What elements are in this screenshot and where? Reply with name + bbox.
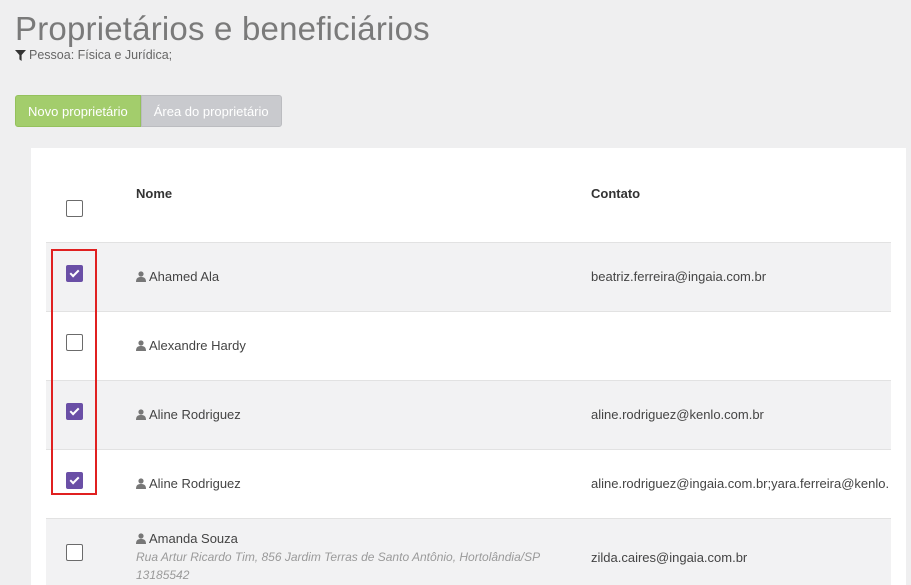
owner-name: Amanda Souza — [136, 531, 238, 546]
user-icon — [136, 409, 146, 420]
filter-text: Pessoa: Física e Jurídica; — [29, 48, 173, 62]
owner-area-button[interactable]: Área do proprietário — [140, 95, 282, 127]
page-title: Proprietários e beneficiários — [15, 10, 430, 47]
owner-name: Aline Rodriguez — [136, 476, 241, 491]
table-row[interactable]: Aline Rodriguez aline.rodriguez@ingaia.c… — [46, 450, 891, 519]
table-row[interactable]: Ahamed Ala beatriz.ferreira@ingaia.com.b… — [46, 243, 891, 312]
user-icon — [136, 533, 146, 544]
column-header-name: Nome — [136, 186, 173, 201]
user-icon — [136, 271, 146, 282]
owner-address: Rua Artur Ricardo Tim, 856 Jardim Terras… — [136, 550, 540, 582]
owner-contact: aline.rodriguez@kenlo.com.br — [591, 407, 764, 422]
user-icon — [136, 478, 146, 489]
active-filter: Pessoa: Física e Jurídica; — [15, 48, 172, 62]
owners-table-card: Nome Contato Ahamed Ala beatriz.ferreira… — [31, 148, 906, 585]
owner-contact: aline.rodriguez@ingaia.com.br;yara.ferre… — [591, 476, 890, 491]
row-checkbox[interactable] — [66, 544, 83, 561]
row-checkbox[interactable] — [66, 403, 83, 420]
user-icon — [136, 340, 146, 351]
page: Proprietários e beneficiários Pessoa: Fí… — [0, 0, 911, 585]
table-header: Nome Contato — [46, 148, 891, 243]
new-owner-button[interactable]: Novo proprietário — [15, 95, 141, 127]
row-checkbox[interactable] — [66, 265, 83, 282]
action-buttons: Novo proprietário Área do proprietário — [15, 95, 282, 127]
row-checkbox[interactable] — [66, 472, 83, 489]
row-checkbox[interactable] — [66, 334, 83, 351]
table-row[interactable]: Amanda Souza Rua Artur Ricardo Tim, 856 … — [46, 519, 891, 585]
table-row[interactable]: Alexandre Hardy — [46, 312, 891, 381]
owner-contact: beatriz.ferreira@ingaia.com.br — [591, 269, 767, 284]
owner-name: Alexandre Hardy — [136, 338, 246, 353]
select-all-checkbox[interactable] — [66, 200, 83, 217]
column-header-contact: Contato — [591, 186, 641, 201]
owner-name: Ahamed Ala — [136, 269, 219, 284]
table-row[interactable]: Aline Rodriguez aline.rodriguez@kenlo.co… — [46, 381, 891, 450]
owners-table: Nome Contato Ahamed Ala beatriz.ferreira… — [46, 148, 891, 585]
owner-contact: zilda.caires@ingaia.com.br — [591, 550, 748, 565]
owner-name: Aline Rodriguez — [136, 407, 241, 422]
filter-icon — [15, 49, 26, 61]
